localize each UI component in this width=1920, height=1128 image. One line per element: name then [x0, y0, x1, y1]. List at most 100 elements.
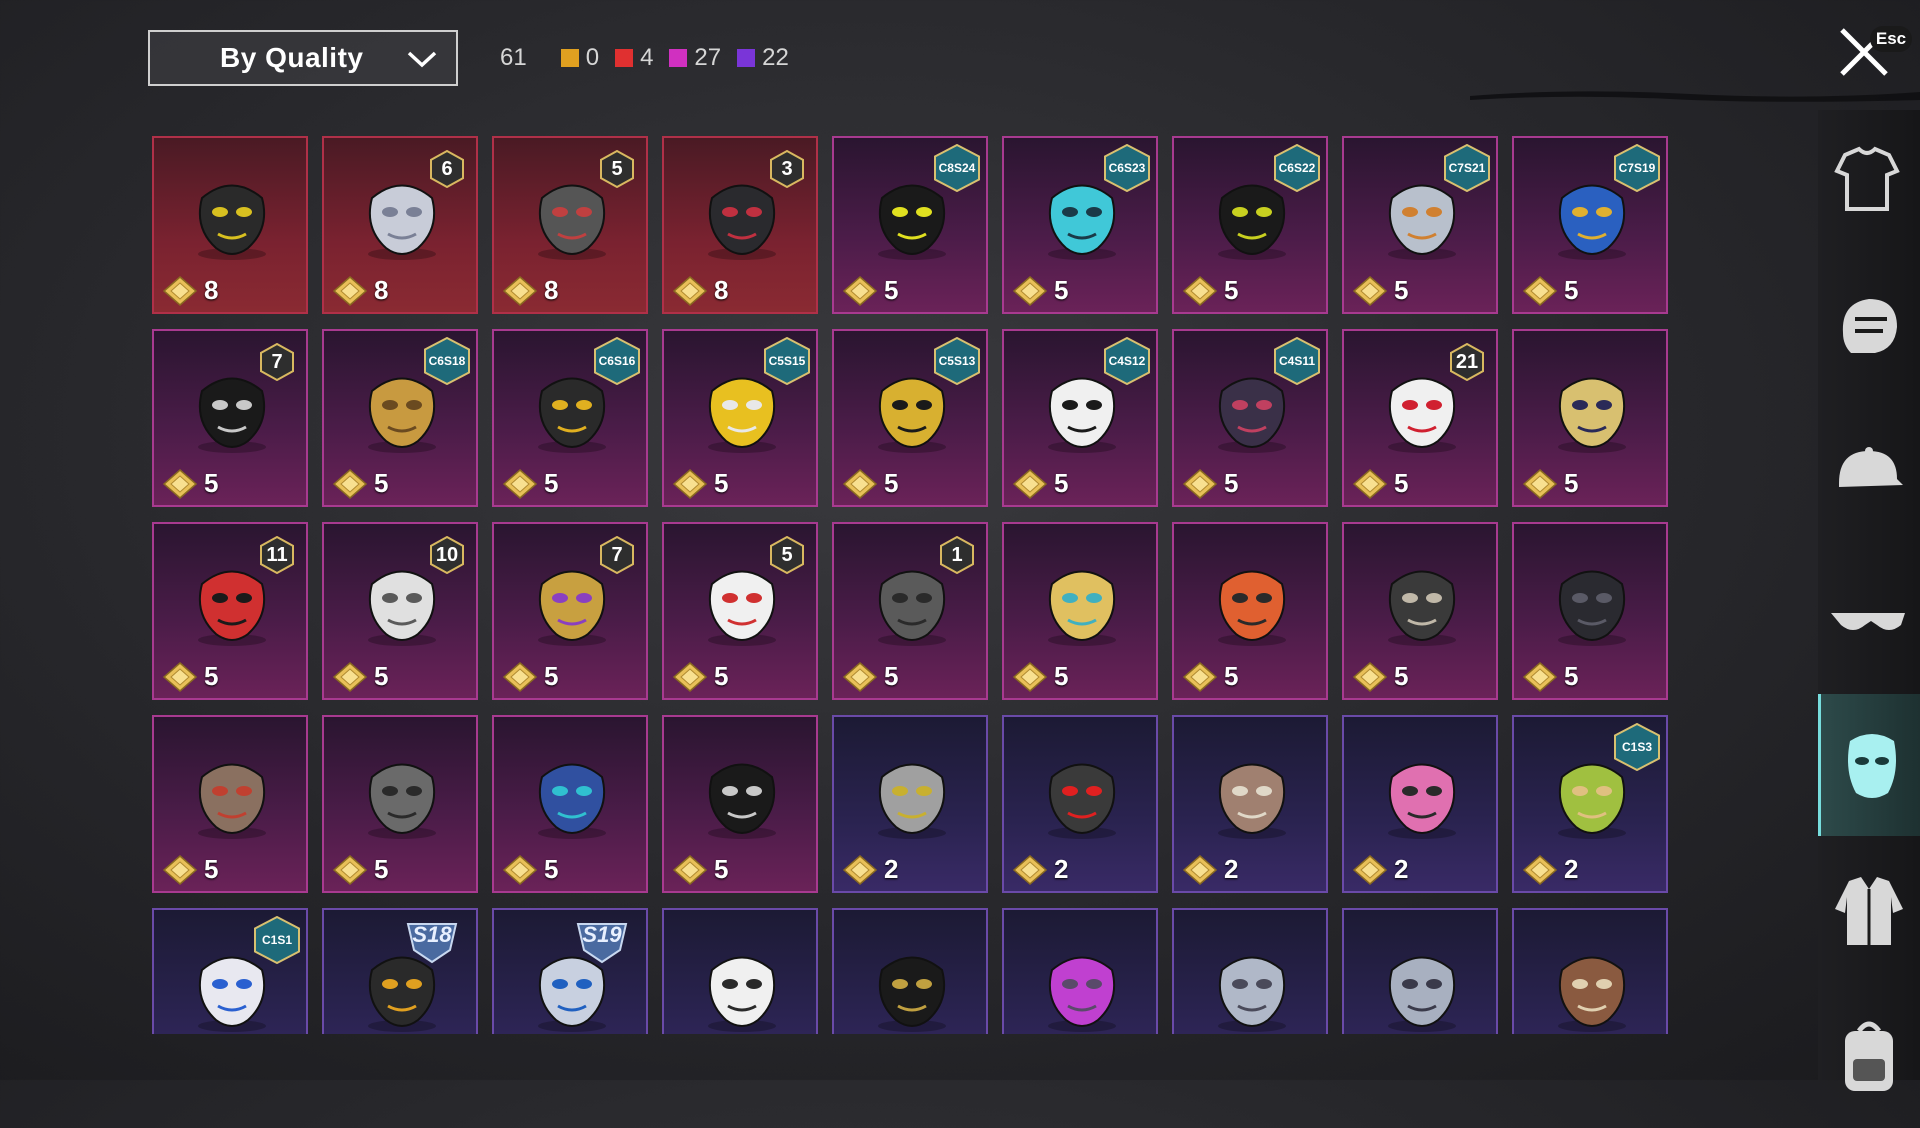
coin-icon	[842, 468, 878, 499]
item-cost: 5	[672, 854, 728, 885]
season-badge-text: C5S13	[938, 354, 976, 368]
sidebar-tab-outfit[interactable]	[1818, 110, 1920, 252]
item-cost: 5	[162, 854, 218, 885]
level-badge: 6	[430, 149, 464, 189]
item-cost: 5	[1182, 661, 1238, 692]
item-card[interactable]: 55	[662, 522, 818, 700]
coin-icon	[842, 661, 878, 692]
count-orange: 0	[560, 44, 599, 72]
item-card[interactable]: C4S11 5	[1172, 329, 1328, 507]
item-card[interactable]: C5S13 5	[832, 329, 988, 507]
item-card[interactable]: C7S21 5	[1342, 136, 1498, 314]
orange-swatch	[560, 49, 579, 67]
item-cost-value: 5	[204, 854, 219, 884]
item-card[interactable]: C6S18 5	[322, 329, 478, 507]
item-card[interactable]: 5	[1512, 522, 1668, 700]
item-card[interactable]: 5	[662, 715, 818, 893]
item-card[interactable]: 21 5	[1342, 329, 1498, 507]
item-card[interactable]: C1S1	[152, 908, 308, 1034]
item-card[interactable]: 2	[1002, 715, 1158, 893]
coin-icon	[332, 661, 368, 692]
jacket-icon	[1835, 877, 1903, 945]
level-badge-text: 21	[1455, 350, 1479, 373]
item-cost-value: 2	[1054, 854, 1069, 884]
coin-icon	[1352, 854, 1388, 885]
esc-hint: Esc	[1870, 26, 1912, 52]
item-cost: 5	[1012, 468, 1068, 499]
item-card[interactable]: 5	[322, 715, 478, 893]
season-badge: C6S18	[424, 336, 470, 386]
item-card[interactable]: 15	[832, 522, 988, 700]
sidebar-tab-backpack[interactable]	[1818, 986, 1920, 1128]
item-card[interactable]: 75	[492, 522, 648, 700]
item-card[interactable]: 8	[152, 136, 308, 314]
sidebar-tab-head[interactable]	[1818, 256, 1920, 398]
sort-dropdown[interactable]: By Quality	[148, 30, 458, 86]
sidebar-tab-hat[interactable]	[1818, 402, 1920, 544]
item-card[interactable]: 10 5	[322, 522, 478, 700]
quality-counts: 61 0 4 27 22	[500, 40, 805, 76]
item-cost: 5	[672, 468, 728, 499]
item-cost-value: 2	[1564, 854, 1579, 884]
top-bar: By Quality 61 0 4 27 22 Esc	[0, 0, 1920, 110]
item-cost: 5	[502, 854, 558, 885]
item-card[interactable]: C6S23 5	[1002, 136, 1158, 314]
item-card[interactable]: C6S22 5	[1172, 136, 1328, 314]
item-card[interactable]: 58	[492, 136, 648, 314]
item-card[interactable]	[1002, 908, 1158, 1034]
item-card[interactable]: C6S16 5	[492, 329, 648, 507]
item-card[interactable]: S19	[492, 908, 648, 1034]
item-card[interactable]: C4S12 5	[1002, 329, 1158, 507]
season-badge: C1S1	[254, 915, 300, 965]
item-card[interactable]: 5	[1342, 522, 1498, 700]
item-card[interactable]: C1S3 2	[1512, 715, 1668, 893]
season-badge-text: C7S21	[1448, 161, 1486, 175]
item-card[interactable]: 5	[152, 715, 308, 893]
item-cost-value: 5	[1054, 275, 1069, 305]
level-badge-text: 11	[266, 543, 288, 566]
item-cost-value: 5	[1054, 468, 1069, 498]
item-card[interactable]	[1342, 908, 1498, 1034]
horned-respirator-icon	[1388, 570, 1456, 646]
level-badge-text: 6	[441, 157, 453, 180]
item-card[interactable]: 75	[152, 329, 308, 507]
item-card[interactable]: 38	[662, 136, 818, 314]
item-card[interactable]: S18	[322, 908, 478, 1034]
chevron-down-icon	[407, 51, 437, 68]
item-card[interactable]: C5S15 5	[662, 329, 818, 507]
item-card[interactable]	[662, 908, 818, 1034]
item-card[interactable]: 2	[1342, 715, 1498, 893]
item-cost-value: 5	[1564, 275, 1579, 305]
sidebar-tab-jacket[interactable]	[1818, 840, 1920, 982]
item-card[interactable]: 11 5	[152, 522, 308, 700]
item-card[interactable]: 5	[1512, 329, 1668, 507]
season-badge: C6S16	[594, 336, 640, 386]
pink-swatch	[669, 49, 688, 67]
item-card[interactable]: 68	[322, 136, 478, 314]
item-card[interactable]: 2	[832, 715, 988, 893]
item-card[interactable]	[832, 908, 988, 1034]
item-card[interactable]: 5	[492, 715, 648, 893]
item-card[interactable]: C8S24 5	[832, 136, 988, 314]
item-card[interactable]	[1172, 908, 1328, 1034]
red-swatch	[615, 49, 634, 67]
item-card[interactable]: C7S19 5	[1512, 136, 1668, 314]
coin-icon	[1352, 661, 1388, 692]
dino-jaw-mask-icon	[1558, 956, 1626, 1032]
item-cost: 8	[332, 275, 388, 306]
season-badge: C6S22	[1274, 143, 1320, 193]
item-cost: 5	[162, 661, 218, 692]
item-card[interactable]: 5	[1002, 522, 1158, 700]
coin-icon	[842, 275, 878, 306]
item-card[interactable]: 5	[1172, 522, 1328, 700]
coin-icon	[1012, 275, 1048, 306]
sidebar-tab-glasses[interactable]	[1818, 548, 1920, 690]
item-card[interactable]: 2	[1172, 715, 1328, 893]
coin-icon	[1522, 854, 1558, 885]
item-card[interactable]	[1512, 908, 1668, 1034]
sidebar-tab-face-mask[interactable]	[1818, 694, 1920, 836]
item-cost: 5	[1012, 661, 1068, 692]
hat-icon	[1839, 447, 1903, 487]
face-mask-icon	[1848, 734, 1896, 798]
level-badge: 7	[600, 535, 634, 575]
